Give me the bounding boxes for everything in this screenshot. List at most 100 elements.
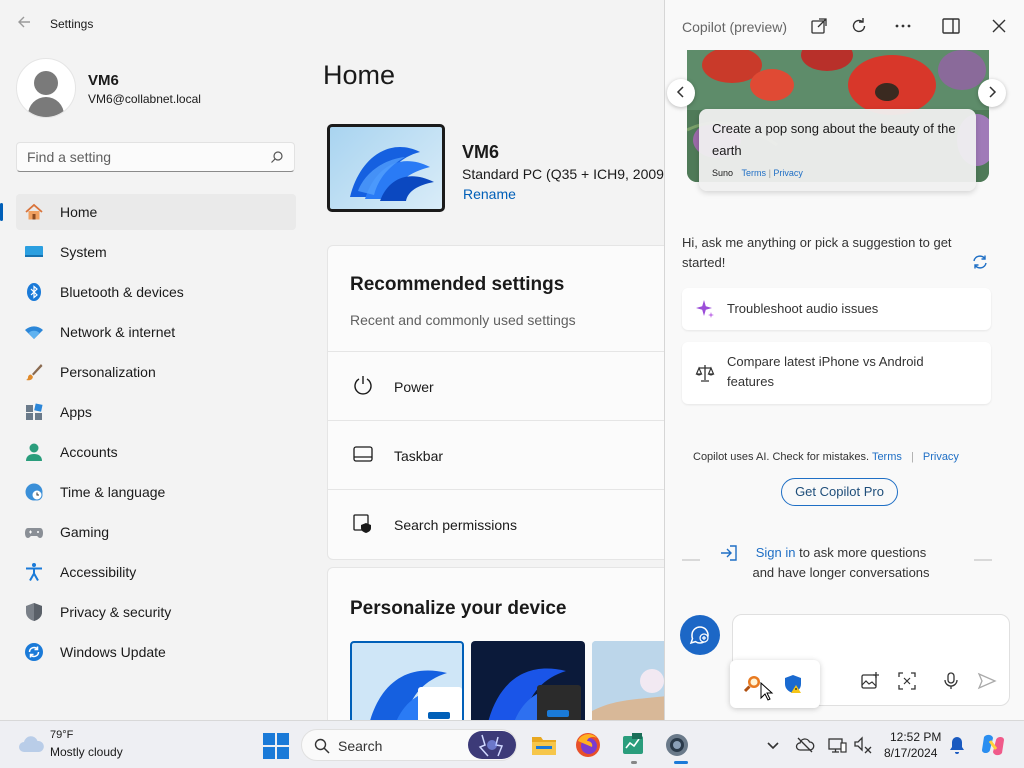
power-icon	[354, 376, 372, 395]
search-permissions-icon	[353, 514, 371, 533]
microphone-icon[interactable]	[941, 671, 961, 691]
avatar	[16, 58, 76, 118]
new-chat-button[interactable]	[680, 615, 720, 655]
disclaimer-privacy-link[interactable]: Privacy	[923, 451, 959, 463]
nav-item-bluetooth[interactable]: Bluetooth & devices	[16, 274, 296, 310]
nav-item-personalization[interactable]: Personalization	[16, 354, 296, 390]
gamepad-icon	[25, 528, 43, 538]
nav-item-apps[interactable]: Apps	[16, 394, 296, 430]
update-icon	[25, 643, 43, 661]
search-icon[interactable]	[270, 150, 284, 164]
taskbar-icon	[353, 446, 373, 462]
sparkle-icon	[696, 300, 714, 318]
nav-item-time-language[interactable]: Time & language	[16, 474, 296, 510]
bluetooth-icon	[27, 283, 41, 301]
hero-prompt-card[interactable]: Create a pop song about the beauty of th…	[699, 109, 976, 191]
device-model: Standard PC (Q35 + ICH9, 2009)	[462, 166, 664, 182]
find-setting-box[interactable]	[16, 142, 295, 172]
divider	[974, 559, 992, 561]
sign-in-link[interactable]: Sign in	[756, 545, 796, 560]
settings-main: Home VM6 Standard PC (Q35 + ICH9, 2009) …	[323, 0, 664, 720]
app-title: Settings	[50, 17, 94, 31]
recommended-settings-card: Recommended settings Recent and commonly…	[327, 245, 664, 560]
nav-label: Home	[60, 204, 98, 220]
personalize-title: Personalize your device	[350, 598, 567, 619]
nav-label: Bluetooth & devices	[60, 284, 184, 300]
carousel-prev-button[interactable]	[667, 79, 695, 107]
send-icon[interactable]	[977, 671, 997, 691]
refresh-suggestions-icon[interactable]	[971, 253, 989, 271]
clock-date[interactable]: 8/17/2024	[884, 746, 937, 760]
theme-dark[interactable]	[471, 641, 585, 720]
copilot-disclaimer: Copilot uses AI. Check for mistakes. Ter…	[693, 451, 959, 463]
back-button[interactable]	[14, 14, 34, 34]
recommended-item-power[interactable]: Power	[328, 351, 664, 419]
apps-icon	[26, 403, 43, 420]
recommended-item-taskbar[interactable]: Taskbar	[328, 420, 664, 488]
suggestion-compare-phones[interactable]: Compare latest iPhone vs Android feature…	[682, 342, 991, 404]
nav-item-accessibility[interactable]: Accessibility	[16, 554, 296, 590]
task-manager-icon[interactable]	[620, 731, 648, 759]
nav-label: Time & language	[60, 484, 166, 500]
recommended-subtitle: Recent and commonly used settings	[350, 312, 576, 328]
nav-label: Windows Update	[60, 644, 166, 660]
theme-light-preview	[370, 670, 462, 720]
notification-bell-icon[interactable]	[947, 735, 967, 755]
file-explorer-icon[interactable]	[530, 731, 558, 759]
user-profile[interactable]: VM6 VM6@collabnet.local	[16, 58, 296, 118]
extension-popup	[730, 660, 820, 708]
more-options-icon[interactable]	[893, 16, 913, 36]
nav-item-windows-update[interactable]: Windows Update	[16, 634, 296, 670]
suggestion-troubleshoot-audio[interactable]: Troubleshoot audio issues	[682, 288, 991, 330]
screenshot-icon[interactable]	[897, 671, 917, 691]
open-external-icon[interactable]	[809, 16, 829, 36]
theme-light[interactable]	[350, 641, 464, 720]
hero-terms-link[interactable]: Terms	[742, 168, 767, 178]
nav-item-gaming[interactable]: Gaming	[16, 514, 296, 550]
bloom-wallpaper-image	[350, 147, 434, 201]
running-indicator	[631, 761, 637, 764]
shield-icon	[26, 603, 42, 621]
refresh-icon[interactable]	[849, 16, 869, 36]
mouse-cursor-icon	[760, 682, 774, 701]
disclaimer-terms-link[interactable]: Terms	[872, 451, 902, 463]
display-network-icon[interactable]	[827, 735, 847, 755]
nav-item-accounts[interactable]: Accounts	[16, 434, 296, 470]
rename-link[interactable]: Rename	[463, 186, 516, 202]
settings-gear-icon[interactable]	[663, 731, 691, 759]
copilot-title: Copilot (preview)	[682, 19, 788, 35]
start-button[interactable]	[263, 733, 289, 759]
chevron-left-icon	[676, 86, 684, 98]
settings-nav: Home System Bluetooth & devices Network …	[0, 194, 296, 674]
chevron-up-icon[interactable]	[763, 735, 783, 755]
firefox-icon[interactable]	[574, 731, 602, 759]
user-name: VM6	[88, 72, 119, 89]
sound-power-icon[interactable]	[853, 735, 873, 755]
recommended-item-search-permissions[interactable]: Search permissions	[328, 489, 664, 557]
taskbar-search[interactable]: Search	[301, 729, 517, 761]
add-image-icon[interactable]	[860, 671, 880, 691]
defender-shield-icon[interactable]	[783, 674, 803, 694]
find-setting-input[interactable]	[27, 149, 257, 165]
nav-item-system[interactable]: System	[16, 234, 296, 270]
copilot-taskbar-icon[interactable]	[980, 732, 1006, 758]
cloud-off-icon[interactable]	[795, 735, 815, 755]
close-icon[interactable]	[989, 16, 1009, 36]
nav-item-network[interactable]: Network & internet	[16, 314, 296, 350]
theme-landscape-preview	[592, 641, 664, 720]
accounts-icon	[26, 443, 42, 461]
nav-label: Accounts	[60, 444, 118, 460]
theme-glow[interactable]	[592, 641, 664, 720]
hero-privacy-link[interactable]: Privacy	[773, 168, 803, 178]
nav-label: Personalization	[60, 364, 156, 380]
suggestion-text: Compare latest iPhone vs Android feature…	[727, 354, 924, 389]
theme-dark-preview	[488, 668, 581, 720]
nav-item-privacy[interactable]: Privacy & security	[16, 594, 296, 630]
nav-item-home[interactable]: Home	[0, 194, 296, 230]
clock-time[interactable]: 12:52 PM	[890, 730, 941, 744]
copilot-greeting: Hi, ask me anything or pick a suggestion…	[682, 235, 952, 270]
get-copilot-pro-button[interactable]: Get Copilot Pro	[781, 478, 898, 506]
divider	[682, 559, 700, 561]
carousel-next-button[interactable]	[978, 79, 1006, 107]
sidebar-dock-icon[interactable]	[941, 16, 961, 36]
